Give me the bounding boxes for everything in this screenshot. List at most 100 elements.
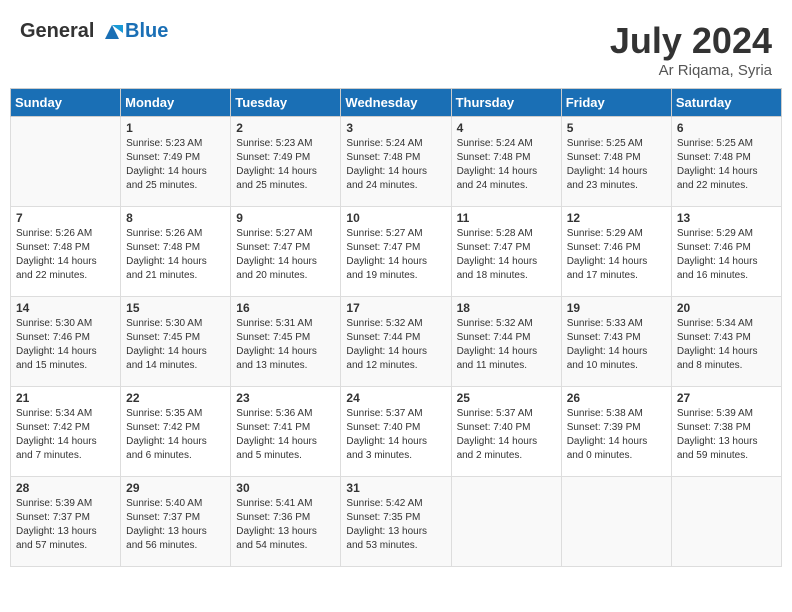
day-info: Sunrise: 5:29 AM Sunset: 7:46 PM Dayligh… <box>677 227 776 283</box>
logo: General Blue <box>20 20 168 43</box>
day-number: 16 <box>236 301 335 315</box>
table-row: 18 Sunrise: 5:32 AM Sunset: 7:44 PM Dayli… <box>451 297 561 387</box>
col-tuesday: Tuesday <box>231 89 341 117</box>
day-number: 8 <box>126 211 225 225</box>
table-row: 27 Sunrise: 5:39 AM Sunset: 7:38 PM Dayli… <box>671 387 781 477</box>
table-row: 3 Sunrise: 5:24 AM Sunset: 7:48 PM Daylig… <box>341 117 451 207</box>
day-number: 15 <box>126 301 225 315</box>
table-row: 9 Sunrise: 5:27 AM Sunset: 7:47 PM Daylig… <box>231 207 341 297</box>
day-info: Sunrise: 5:32 AM Sunset: 7:44 PM Dayligh… <box>346 317 445 373</box>
day-number: 13 <box>677 211 776 225</box>
table-row: 20Sunrise: 5:34 AM Sunset: 7:43 PM Dayli… <box>671 297 781 387</box>
table-row: 25 Sunrise: 5:37 AM Sunset: 7:40 PM Dayli… <box>451 387 561 477</box>
day-info: Sunrise: 5:27 AM Sunset: 7:47 PM Dayligh… <box>236 227 335 283</box>
table-row <box>671 477 781 567</box>
table-row: 13 Sunrise: 5:29 AM Sunset: 7:46 PM Dayli… <box>671 207 781 297</box>
title-block: July 2024 Ar Riqama, Syria <box>610 20 772 79</box>
table-row: 23Sunrise: 5:36 AM Sunset: 7:41 PM Dayli… <box>231 387 341 477</box>
day-info: Sunrise: 5:40 AM Sunset: 7:37 PM Dayligh… <box>126 497 225 553</box>
page-header: General Blue July 2024 Ar Riqama, Syria <box>10 10 782 84</box>
day-info: Sunrise: 5:30 AM Sunset: 7:46 PM Dayligh… <box>16 317 115 373</box>
col-sunday: Sunday <box>11 89 121 117</box>
calendar-week-row: 21 Sunrise: 5:34 AM Sunset: 7:42 PM Dayli… <box>11 387 782 477</box>
day-info: Sunrise: 5:23 AM Sunset: 7:49 PM Dayligh… <box>126 137 225 193</box>
day-number: 23 <box>236 391 335 405</box>
table-row: 17 Sunrise: 5:32 AM Sunset: 7:44 PM Dayli… <box>341 297 451 387</box>
day-info: Sunrise: 5:38 AM Sunset: 7:39 PM Dayligh… <box>567 407 666 463</box>
day-info: Sunrise: 5:30 AM Sunset: 7:45 PM Dayligh… <box>126 317 225 373</box>
day-number: 21 <box>16 391 115 405</box>
day-number: 9 <box>236 211 335 225</box>
day-info: Sunrise: 5:35 AM Sunset: 7:42 PM Dayligh… <box>126 407 225 463</box>
day-number: 7 <box>16 211 115 225</box>
col-wednesday: Wednesday <box>341 89 451 117</box>
table-row: 19Sunrise: 5:33 AM Sunset: 7:43 PM Dayli… <box>561 297 671 387</box>
day-info: Sunrise: 5:39 AM Sunset: 7:38 PM Dayligh… <box>677 407 776 463</box>
table-row <box>11 117 121 207</box>
day-info: Sunrise: 5:25 AM Sunset: 7:48 PM Dayligh… <box>677 137 776 193</box>
table-row: 21 Sunrise: 5:34 AM Sunset: 7:42 PM Dayli… <box>11 387 121 477</box>
calendar-table: Sunday Monday Tuesday Wednesday Thursday… <box>10 88 782 567</box>
day-number: 4 <box>457 121 556 135</box>
day-info: Sunrise: 5:31 AM Sunset: 7:45 PM Dayligh… <box>236 317 335 373</box>
table-row: 26 Sunrise: 5:38 AM Sunset: 7:39 PM Dayli… <box>561 387 671 477</box>
day-number: 26 <box>567 391 666 405</box>
day-info: Sunrise: 5:39 AM Sunset: 7:37 PM Dayligh… <box>16 497 115 553</box>
table-row: 4Sunrise: 5:24 AM Sunset: 7:48 PM Daylig… <box>451 117 561 207</box>
day-number: 25 <box>457 391 556 405</box>
col-thursday: Thursday <box>451 89 561 117</box>
table-row: 6 Sunrise: 5:25 AM Sunset: 7:48 PM Daylig… <box>671 117 781 207</box>
col-saturday: Saturday <box>671 89 781 117</box>
day-number: 10 <box>346 211 445 225</box>
logo-text-general: General <box>20 20 94 42</box>
table-row: 16 Sunrise: 5:31 AM Sunset: 7:45 PM Dayli… <box>231 297 341 387</box>
calendar-week-row: 7 Sunrise: 5:26 AM Sunset: 7:48 PM Daylig… <box>11 207 782 297</box>
day-info: Sunrise: 5:26 AM Sunset: 7:48 PM Dayligh… <box>16 227 115 283</box>
day-info: Sunrise: 5:34 AM Sunset: 7:43 PM Dayligh… <box>677 317 776 373</box>
day-info: Sunrise: 5:29 AM Sunset: 7:46 PM Dayligh… <box>567 227 666 283</box>
day-info: Sunrise: 5:34 AM Sunset: 7:42 PM Dayligh… <box>16 407 115 463</box>
day-info: Sunrise: 5:32 AM Sunset: 7:44 PM Dayligh… <box>457 317 556 373</box>
table-row: 2Sunrise: 5:23 AM Sunset: 7:49 PM Daylig… <box>231 117 341 207</box>
day-number: 31 <box>346 481 445 495</box>
day-number: 22 <box>126 391 225 405</box>
table-row: 22 Sunrise: 5:35 AM Sunset: 7:42 PM Dayli… <box>121 387 231 477</box>
day-number: 30 <box>236 481 335 495</box>
day-info: Sunrise: 5:42 AM Sunset: 7:35 PM Dayligh… <box>346 497 445 553</box>
day-info: Sunrise: 5:26 AM Sunset: 7:48 PM Dayligh… <box>126 227 225 283</box>
day-number: 18 <box>457 301 556 315</box>
day-number: 5 <box>567 121 666 135</box>
table-row <box>561 477 671 567</box>
table-row: 30Sunrise: 5:41 AM Sunset: 7:36 PM Dayli… <box>231 477 341 567</box>
day-number: 2 <box>236 121 335 135</box>
day-number: 19 <box>567 301 666 315</box>
table-row: 5Sunrise: 5:25 AM Sunset: 7:48 PM Daylig… <box>561 117 671 207</box>
day-info: Sunrise: 5:24 AM Sunset: 7:48 PM Dayligh… <box>346 137 445 193</box>
calendar-header-row: Sunday Monday Tuesday Wednesday Thursday… <box>11 89 782 117</box>
logo-icon <box>101 21 123 43</box>
day-number: 24 <box>346 391 445 405</box>
table-row: 24 Sunrise: 5:37 AM Sunset: 7:40 PM Dayli… <box>341 387 451 477</box>
col-friday: Friday <box>561 89 671 117</box>
calendar-week-row: 1 Sunrise: 5:23 AM Sunset: 7:49 PM Daylig… <box>11 117 782 207</box>
day-number: 11 <box>457 211 556 225</box>
month-year: July 2024 <box>610 20 772 62</box>
calendar-week-row: 14 Sunrise: 5:30 AM Sunset: 7:46 PM Dayli… <box>11 297 782 387</box>
day-number: 17 <box>346 301 445 315</box>
day-number: 28 <box>16 481 115 495</box>
day-number: 29 <box>126 481 225 495</box>
day-number: 1 <box>126 121 225 135</box>
table-row: 15 Sunrise: 5:30 AM Sunset: 7:45 PM Dayli… <box>121 297 231 387</box>
day-number: 3 <box>346 121 445 135</box>
day-info: Sunrise: 5:27 AM Sunset: 7:47 PM Dayligh… <box>346 227 445 283</box>
day-info: Sunrise: 5:37 AM Sunset: 7:40 PM Dayligh… <box>457 407 556 463</box>
day-number: 27 <box>677 391 776 405</box>
table-row: 8 Sunrise: 5:26 AM Sunset: 7:48 PM Daylig… <box>121 207 231 297</box>
table-row: 10 Sunrise: 5:27 AM Sunset: 7:47 PM Dayli… <box>341 207 451 297</box>
day-number: 6 <box>677 121 776 135</box>
day-info: Sunrise: 5:37 AM Sunset: 7:40 PM Dayligh… <box>346 407 445 463</box>
day-number: 14 <box>16 301 115 315</box>
table-row: 1 Sunrise: 5:23 AM Sunset: 7:49 PM Daylig… <box>121 117 231 207</box>
table-row: 11Sunrise: 5:28 AM Sunset: 7:47 PM Dayli… <box>451 207 561 297</box>
logo-text-blue: Blue <box>125 20 168 43</box>
